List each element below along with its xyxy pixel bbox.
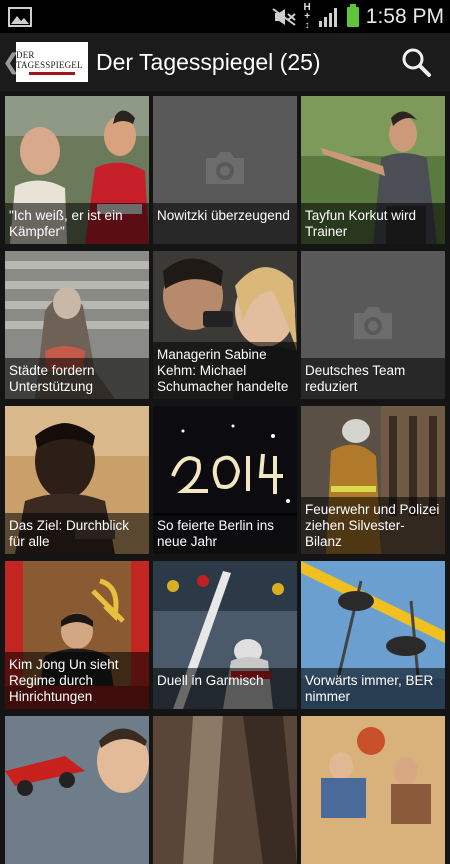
article-tile[interactable]: Tayfun Korkut wird Trainer xyxy=(301,96,445,244)
article-tile[interactable]: Das Ziel: Durchblick für alle xyxy=(5,406,149,554)
camera-icon xyxy=(354,307,392,339)
article-tile[interactable]: Duell in Garmisch xyxy=(153,561,297,709)
logo-text: DER TAGESSPIEGEL xyxy=(16,49,83,70)
article-tile[interactable] xyxy=(153,716,297,864)
article-title: Deutsches Team reduziert xyxy=(301,358,445,399)
article-title: Städte fordern Unterstützung xyxy=(5,358,149,399)
article-tile[interactable]: Managerin Sabine Kehm: Michael Schumache… xyxy=(153,251,297,399)
status-bar: H + ↕ 1:58 PM xyxy=(0,0,450,33)
signal-icon xyxy=(318,7,337,27)
gallery-icon xyxy=(8,6,32,27)
action-bar: ❮ DER TAGESSPIEGEL Der Tagesspiegel (25) xyxy=(0,33,450,91)
page-title: Der Tagesspiegel (25) xyxy=(96,48,321,75)
article-title: Feuerwehr und Polizei ziehen Silvester-B… xyxy=(301,497,445,554)
article-tile[interactable]: Nowitzki überzeugend xyxy=(153,96,297,244)
article-title: Das Ziel: Durchblick für alle xyxy=(5,513,149,554)
article-title: Nowitzki überzeugend xyxy=(153,203,297,244)
article-title: So feierte Berlin ins neue Jahr xyxy=(153,513,297,554)
logo-stripe xyxy=(29,71,75,75)
battery-icon xyxy=(346,3,359,27)
article-title: Managerin Sabine Kehm: Michael Schumache… xyxy=(153,342,297,399)
article-title: Tayfun Korkut wird Trainer xyxy=(301,203,445,244)
mute-icon xyxy=(271,7,296,26)
article-tile[interactable]: Deutsches Team reduziert xyxy=(301,251,445,399)
article-tile[interactable]: Feuerwehr und Polizei ziehen Silvester-B… xyxy=(301,406,445,554)
back-chevron-icon[interactable]: ❮ xyxy=(2,49,20,75)
article-tile[interactable]: "Ich weiß, er ist ein Kämpfer" xyxy=(5,96,149,244)
article-tile[interactable]: Vorwärts immer, BER nimmer xyxy=(301,561,445,709)
article-title: Vorwärts immer, BER nimmer xyxy=(301,668,445,709)
app-logo[interactable]: DER TAGESSPIEGEL xyxy=(16,42,88,82)
article-tile[interactable]: So feierte Berlin ins neue Jahr xyxy=(153,406,297,554)
article-tile[interactable] xyxy=(301,716,445,864)
article-tile[interactable]: Städte fordern Unterstützung xyxy=(5,251,149,399)
article-photo xyxy=(5,716,149,864)
article-photo xyxy=(301,716,445,864)
article-tile[interactable] xyxy=(5,716,149,864)
camera-icon xyxy=(206,152,244,184)
article-title: Kim Jong Un sieht Regime durch Hinrichtu… xyxy=(5,652,149,709)
article-title: "Ich weiß, er ist ein Kämpfer" xyxy=(5,203,149,244)
article-grid: "Ich weiß, er ist ein Kämpfer" Nowitzki … xyxy=(5,96,445,864)
article-tile[interactable]: Kim Jong Un sieht Regime durch Hinrichtu… xyxy=(5,561,149,709)
article-title: Duell in Garmisch xyxy=(153,668,297,709)
clock: 1:58 PM xyxy=(365,4,444,28)
h-plus-icon: H + ↕ xyxy=(303,2,311,31)
article-photo xyxy=(153,716,297,864)
search-icon[interactable] xyxy=(400,46,432,78)
